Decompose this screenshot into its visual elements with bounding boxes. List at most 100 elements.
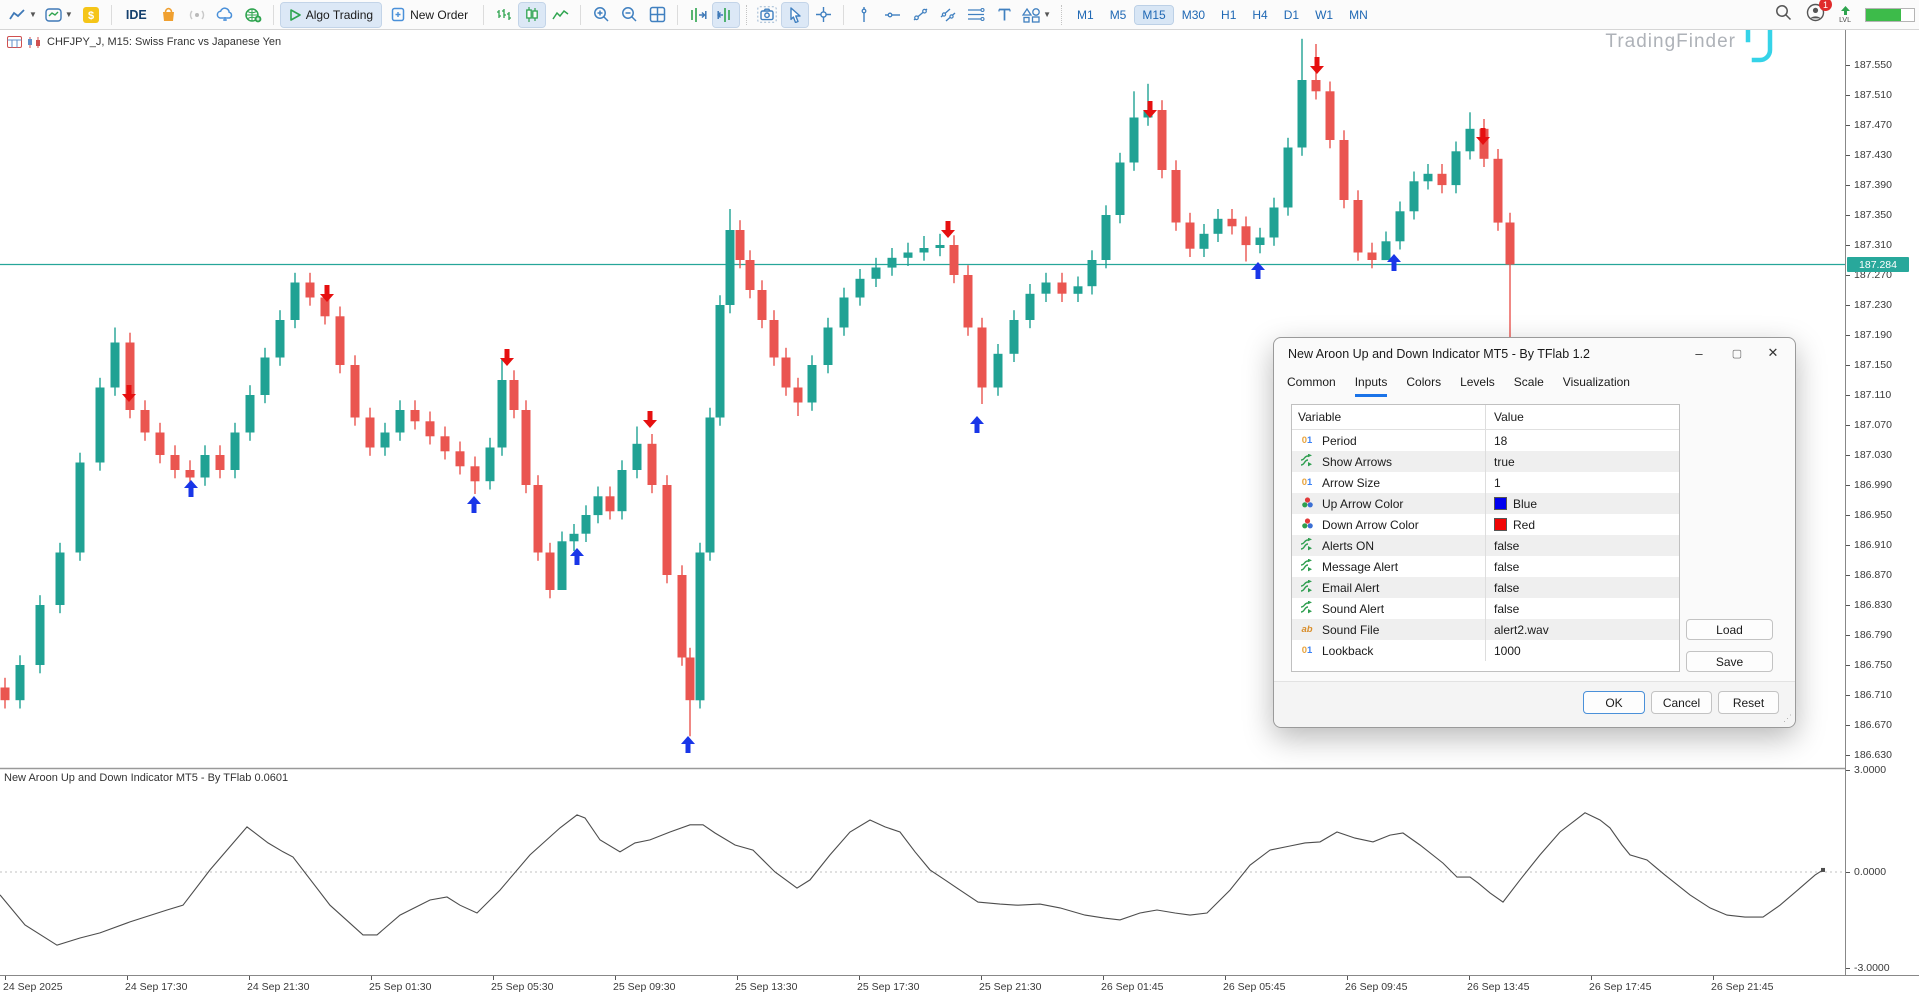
cursor-icon[interactable]	[782, 3, 808, 27]
chart-shift-icon[interactable]	[713, 3, 739, 27]
market-watch-icon[interactable]: ▼	[42, 3, 76, 27]
bar-chart-icon[interactable]	[491, 3, 517, 27]
maximize-button[interactable]: ▢	[1717, 338, 1757, 368]
input-value[interactable]: false	[1494, 581, 1519, 595]
input-value[interactable]: false	[1494, 539, 1519, 553]
timeframe-M5[interactable]: M5	[1103, 6, 1134, 24]
shapes-tool-icon[interactable]: ▼	[1019, 3, 1054, 27]
cancel-button[interactable]: Cancel	[1651, 691, 1712, 714]
tile-windows-icon[interactable]	[644, 3, 670, 27]
new-order-label: New Order	[410, 8, 468, 22]
input-row-alerts-on[interactable]: Alerts ON false	[1292, 535, 1679, 556]
chart-profile-icon[interactable]: ▼	[6, 3, 40, 27]
input-row-email-alert[interactable]: Email Alert false	[1292, 577, 1679, 598]
input-value[interactable]: 1	[1494, 476, 1501, 490]
ok-button[interactable]: OK	[1583, 691, 1645, 714]
input-value[interactable]: false	[1494, 560, 1519, 574]
search-icon[interactable]	[1775, 4, 1792, 26]
timeframe-M15[interactable]: M15	[1135, 6, 1172, 24]
price-axis[interactable]: 187.550187.510187.470187.430187.390187.3…	[1845, 30, 1919, 975]
input-value[interactable]: 1000	[1494, 644, 1521, 658]
input-value[interactable]: Red	[1513, 518, 1535, 532]
input-row-sound-file[interactable]: abSound File alert2.wav	[1292, 619, 1679, 640]
input-label: Arrow Size	[1322, 476, 1380, 490]
equidistant-levels-icon[interactable]	[963, 3, 989, 27]
chevron-down-icon: ▼	[65, 10, 73, 19]
reset-button[interactable]: Reset	[1718, 691, 1779, 714]
input-row-sound-alert[interactable]: Sound Alert false	[1292, 598, 1679, 619]
input-row-down-arrow-color[interactable]: Down Arrow Color Red	[1292, 514, 1679, 535]
quotes-icon[interactable]	[7, 36, 22, 48]
lvl-indicator[interactable]: LVL	[1839, 6, 1851, 24]
input-row-show-arrows[interactable]: Show Arrows true	[1292, 451, 1679, 472]
text-tool-icon[interactable]	[991, 3, 1017, 27]
tab-visualization[interactable]: Visualization	[1563, 375, 1630, 397]
chart-icon[interactable]	[27, 36, 42, 49]
resize-grip[interactable]: ⋰	[1783, 713, 1792, 724]
mt5-window: ▼ ▼ $ IDE Algo Trading New Order	[0, 0, 1919, 996]
input-value[interactable]: alert2.wav	[1494, 623, 1549, 637]
load-button[interactable]: Load	[1686, 619, 1773, 640]
timeframe-M1[interactable]: M1	[1070, 6, 1101, 24]
time-axis[interactable]: 24 Sep 202524 Sep 17:3024 Sep 21:3025 Se…	[0, 975, 1919, 996]
notification-badge: 1	[1819, 0, 1832, 11]
ide-button[interactable]: IDE	[119, 3, 154, 27]
time-label: 25 Sep 13:30	[735, 981, 797, 993]
price-label: 186.670	[1854, 719, 1892, 731]
time-label: 25 Sep 09:30	[613, 981, 675, 993]
up-arrow-icon	[1840, 6, 1851, 15]
minimize-button[interactable]: –	[1679, 338, 1719, 368]
vertical-line-tool-icon[interactable]	[851, 3, 877, 27]
timeframe-D1[interactable]: D1	[1277, 6, 1306, 24]
new-order-button[interactable]: New Order	[383, 3, 476, 27]
profile-icon[interactable]: 1	[1806, 3, 1825, 27]
input-value[interactable]: 18	[1494, 434, 1507, 448]
input-value[interactable]: Blue	[1513, 497, 1537, 511]
channel-tool-icon[interactable]	[935, 3, 961, 27]
color-swatch	[1494, 497, 1507, 510]
timeframe-MN[interactable]: MN	[1342, 6, 1375, 24]
algo-trading-button[interactable]: Algo Trading	[281, 3, 381, 27]
input-row-lookback[interactable]: 01Lookback 1000	[1292, 640, 1679, 661]
input-row-up-arrow-color[interactable]: Up Arrow Color Blue	[1292, 493, 1679, 514]
input-label: Email Alert	[1322, 581, 1379, 595]
tab-scale[interactable]: Scale	[1514, 375, 1544, 397]
timeframe-group: M1M5M15M30H1H4D1W1MN	[1069, 6, 1376, 24]
line-chart-icon[interactable]	[547, 3, 573, 27]
timeframe-H4[interactable]: H4	[1245, 6, 1274, 24]
price-label: 186.790	[1854, 629, 1892, 641]
input-value[interactable]: false	[1494, 602, 1519, 616]
main-toolbar: ▼ ▼ $ IDE Algo Trading New Order	[0, 0, 1919, 30]
tab-inputs[interactable]: Inputs	[1355, 375, 1388, 397]
chevron-down-icon: ▼	[1043, 10, 1051, 19]
zoom-out-icon[interactable]	[616, 3, 642, 27]
community-icon[interactable]	[240, 3, 266, 27]
input-row-period[interactable]: 01Period 18	[1292, 430, 1679, 451]
tab-levels[interactable]: Levels	[1460, 375, 1495, 397]
deposit-icon[interactable]: $	[78, 3, 104, 27]
input-row-arrow-size[interactable]: 01Arrow Size 1	[1292, 472, 1679, 493]
input-value[interactable]: true	[1494, 455, 1515, 469]
time-label: 25 Sep 05:30	[491, 981, 553, 993]
cloud-icon[interactable]	[212, 3, 238, 27]
save-button[interactable]: Save	[1686, 651, 1773, 672]
tab-colors[interactable]: Colors	[1406, 375, 1441, 397]
signals-icon[interactable]	[184, 3, 210, 27]
timeframe-W1[interactable]: W1	[1308, 6, 1340, 24]
trendline-tool-icon[interactable]	[907, 3, 933, 27]
price-label: 187.030	[1854, 449, 1892, 461]
crosshair-icon[interactable]	[810, 3, 836, 27]
timeframe-H1[interactable]: H1	[1214, 6, 1243, 24]
zoom-in-icon[interactable]	[588, 3, 614, 27]
horizontal-line-tool-icon[interactable]	[879, 3, 905, 27]
time-label: 24 Sep 21:30	[247, 981, 309, 993]
candlestick-chart-icon[interactable]	[519, 3, 545, 27]
tab-common[interactable]: Common	[1287, 375, 1336, 397]
dialog-title: New Aroon Up and Down Indicator MT5 - By…	[1288, 347, 1590, 361]
close-icon[interactable]: ✕	[1753, 338, 1793, 368]
market-store-icon[interactable]	[156, 3, 182, 27]
screenshot-icon[interactable]	[754, 3, 780, 27]
shift-end-icon[interactable]	[685, 3, 711, 27]
input-row-message-alert[interactable]: Message Alert false	[1292, 556, 1679, 577]
timeframe-M30[interactable]: M30	[1175, 6, 1212, 24]
